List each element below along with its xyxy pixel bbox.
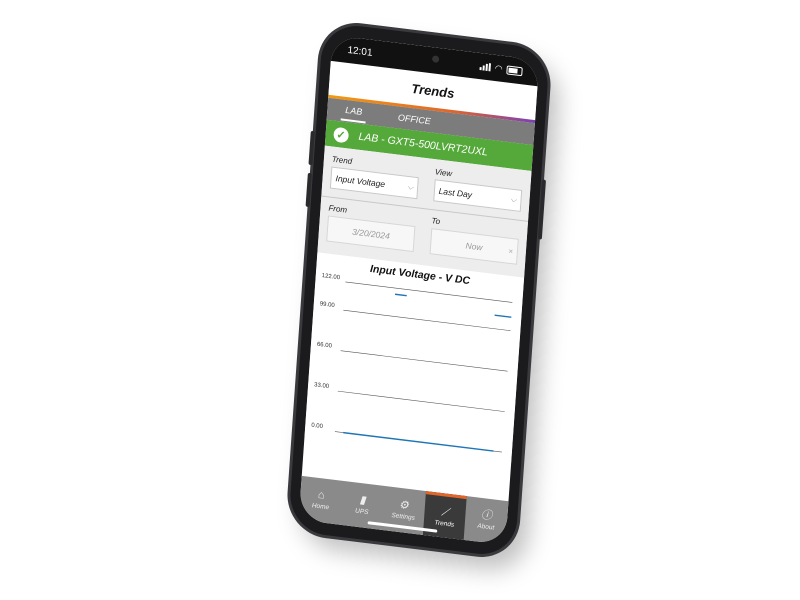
ups-icon: ▮ bbox=[359, 494, 367, 507]
trend-value: Input Voltage bbox=[335, 173, 386, 190]
tab-office[interactable]: OFFICE bbox=[393, 108, 435, 131]
gridline bbox=[337, 390, 505, 412]
series-line-segment bbox=[494, 314, 512, 318]
signal-icon bbox=[479, 62, 492, 72]
nav-label: UPS bbox=[354, 507, 369, 517]
page-title: Trends bbox=[410, 80, 455, 101]
series-line-segment bbox=[343, 431, 494, 452]
gear-icon: ⚙ bbox=[398, 498, 410, 513]
phone-mockup: 12:01 ◠ Trends LAB OFFICE ✓ LAB - GXT5-5… bbox=[287, 21, 551, 559]
nav-item-trends[interactable]: ⟋ Trends bbox=[422, 491, 468, 541]
home-icon: ⌂ bbox=[317, 488, 325, 502]
to-date-value: Now bbox=[465, 240, 483, 253]
to-field: To Now × bbox=[429, 216, 519, 265]
y-tick-label: 33.00 bbox=[314, 382, 330, 390]
status-time: 12:01 bbox=[347, 44, 373, 59]
from-field: From 3/20/2024 bbox=[326, 203, 416, 253]
view-field: View Last Day ⌵ bbox=[432, 167, 523, 212]
from-date-value: 3/20/2024 bbox=[351, 226, 391, 242]
checkmark-icon: ✓ bbox=[333, 126, 350, 143]
status-icons: ◠ bbox=[479, 61, 523, 77]
nav-label: About bbox=[477, 522, 495, 532]
voltage-chart: Input Voltage - V DC 122.00 99.00 66.00 33.… bbox=[304, 252, 525, 464]
chart-plot: 122.00 99.00 66.00 33.00 0.00 bbox=[311, 273, 513, 453]
app-screen: 12:01 ◠ Trends LAB OFFICE ✓ LAB - GXT5-5… bbox=[298, 34, 540, 546]
trend-chart-icon: ⟋ bbox=[440, 505, 450, 519]
chevron-down-icon: ⌵ bbox=[510, 194, 517, 205]
view-value: Last Day bbox=[438, 185, 473, 200]
gridline bbox=[343, 309, 511, 331]
tab-lab[interactable]: LAB bbox=[340, 100, 367, 124]
nav-item-about[interactable]: ⓘ About bbox=[464, 496, 508, 545]
y-tick-label: 99.00 bbox=[320, 301, 336, 309]
nav-label: Home bbox=[311, 502, 330, 512]
y-tick-label: 66.00 bbox=[317, 342, 333, 350]
wifi-icon: ◠ bbox=[494, 62, 504, 74]
nav-label: Trends bbox=[434, 518, 455, 529]
y-tick-label: 122.00 bbox=[322, 273, 341, 281]
nav-item-home[interactable]: ⌂ Home bbox=[299, 476, 343, 525]
trend-field: Trend Input Voltage ⌵ bbox=[329, 155, 420, 200]
chevron-down-icon: ⌵ bbox=[407, 181, 414, 192]
gridline bbox=[340, 350, 508, 372]
clear-icon[interactable]: × bbox=[508, 246, 513, 256]
nav-label: Settings bbox=[391, 512, 416, 522]
info-icon: ⓘ bbox=[480, 508, 493, 523]
camera-icon bbox=[431, 55, 440, 64]
battery-icon bbox=[506, 64, 523, 76]
y-tick-label: 0.00 bbox=[311, 423, 324, 430]
series-line-segment bbox=[394, 293, 407, 297]
